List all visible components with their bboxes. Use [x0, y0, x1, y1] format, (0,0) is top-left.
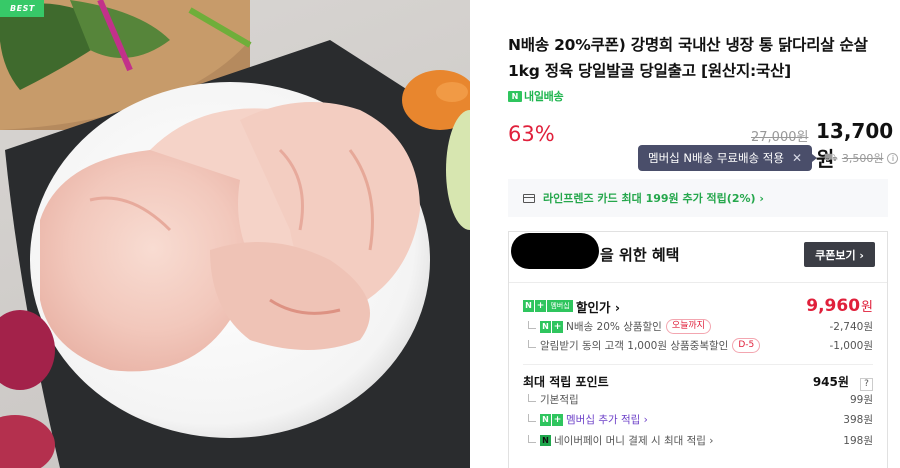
product-image[interactable]: BEST — [0, 0, 470, 468]
card-promo-banner[interactable]: 라인프렌즈 카드 최대 199원 추가 적립(2%) › — [508, 179, 888, 217]
info-icon[interactable]: i — [887, 152, 899, 164]
benefit-box: 을 위한 혜택 쿠폰보기 › N + 멤버십 할인가 › 9,960원 N + … — [508, 231, 888, 468]
membership-points-link[interactable]: 멤버십 추가 적립 › — [566, 412, 648, 427]
credit-card-icon — [523, 193, 535, 203]
discount-item-row: 알림받기 동의 고객 1,000원 상품중복할인 D-5 -1,000원 — [523, 338, 873, 353]
benefit-header: 을 위한 혜택 쿠폰보기 › — [509, 232, 887, 283]
product-title: N배송 20%쿠폰) 강명희 국내산 냉장 통 닭다리살 순살 1kg 정육 당… — [508, 36, 868, 80]
shipping-fee-value: 3,500원 — [841, 152, 884, 165]
points-item-row[interactable]: N + 멤버십 추가 적립 › 398원 — [523, 412, 873, 427]
discount-price-label: 할인가 › — [576, 299, 621, 315]
tree-connector — [528, 339, 536, 348]
discount-item-label: N배송 20% 상품할인 — [566, 321, 662, 333]
points-item-amount: 398원 — [843, 414, 873, 426]
points-item-amount: 99원 — [849, 394, 873, 406]
final-price: 9,960 — [806, 296, 861, 316]
n-delivery-icon: N — [508, 90, 522, 102]
discount-rate: 63% — [508, 122, 555, 146]
n-plus-badge: N + — [540, 413, 563, 426]
card-promo-text: 라인프렌즈 카드 최대 199원 추가 적립(2%) › — [543, 192, 764, 205]
product-info-panel: N배송 20%쿠폰) 강명희 국내산 냉장 통 닭다리살 순살 1kg 정육 당… — [490, 0, 900, 468]
redacted-username — [511, 233, 599, 269]
tree-connector — [528, 320, 536, 329]
points-item-amount: 198원 — [843, 435, 873, 447]
final-price-unit: 원 — [861, 300, 873, 315]
benefit-title: 을 위한 혜택 — [600, 246, 680, 264]
points-item-label: 기본적립 — [540, 394, 579, 406]
divider — [523, 364, 873, 365]
max-points-value: 945원 — [812, 375, 849, 389]
discount-item-row: N + N배송 20% 상품할인 오늘까지 -2,740원 — [523, 319, 873, 334]
points-item-row[interactable]: N 네이버페이 머니 결제 시 최대 적립 › 198원 — [523, 433, 873, 448]
free-shipping-tooltip: 멤버십 N배송 무료배송 적용 ✕ — [638, 145, 818, 171]
discount-item-amount: -1,000원 — [829, 340, 873, 352]
max-points-row: 최대 적립 포인트 945원 ? — [523, 371, 873, 391]
original-price: 27,000원 — [751, 130, 809, 145]
discount-item-amount: -2,740원 — [829, 321, 873, 333]
delivery-label: 내일배송 — [524, 90, 564, 103]
points-item-row: 기본적립 99원 — [523, 392, 873, 407]
tree-connector — [528, 434, 536, 443]
n-plus-badge: N + — [540, 320, 563, 333]
discount-item-label: 알림받기 동의 고객 1,000원 상품중복할인 — [540, 340, 729, 352]
shipping-fee: ⛟ 3,500원 i — [824, 150, 899, 166]
n-plus-membership-badge: N + 멤버십 — [523, 300, 573, 312]
best-badge: BEST — [0, 0, 44, 17]
tree-connector — [528, 413, 536, 422]
tomorrow-delivery-tag[interactable]: N 내일배송 — [508, 88, 564, 104]
truck-icon: ⛟ — [824, 150, 838, 164]
close-icon[interactable]: ✕ — [792, 151, 802, 165]
member-discount-row[interactable]: N + 멤버십 할인가 › 9,960원 — [523, 296, 873, 316]
max-points-label: 최대 적립 포인트 — [523, 374, 609, 389]
naverpay-icon: N — [540, 435, 551, 446]
tooltip-text: 멤버십 N배송 무료배송 적용 — [648, 151, 784, 165]
tree-connector — [528, 393, 536, 402]
naverpay-points-link[interactable]: 네이버페이 머니 결제 시 최대 적립 › — [554, 433, 713, 448]
help-icon[interactable]: ? — [860, 378, 873, 391]
today-only-pill: 오늘까지 — [665, 319, 711, 334]
view-coupon-button[interactable]: 쿠폰보기 › — [804, 242, 875, 267]
chicken-photo — [0, 0, 470, 468]
d-day-pill: D-5 — [732, 338, 761, 353]
